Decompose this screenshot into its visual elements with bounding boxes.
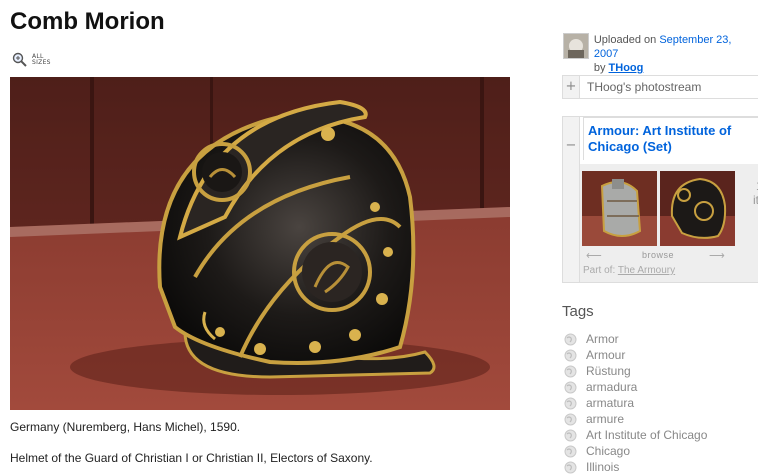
part-of-prefix: Part of: bbox=[583, 265, 616, 276]
armour-thumbnail-image bbox=[582, 171, 657, 246]
tag-label: armadura bbox=[586, 380, 638, 394]
globe-icon bbox=[564, 381, 577, 393]
avatar[interactable] bbox=[563, 33, 589, 59]
tag-item[interactable]: armatura bbox=[564, 395, 707, 411]
set-count-number: 1 bbox=[753, 179, 758, 193]
helmet-photo bbox=[10, 77, 510, 410]
set-title-link[interactable]: Armour: Art Institute of Chicago (Set) bbox=[583, 117, 758, 160]
tag-label: Armour bbox=[586, 348, 626, 362]
tag-label: Rüstung bbox=[586, 364, 631, 378]
tag-item[interactable]: Armor bbox=[564, 331, 707, 347]
globe-icon bbox=[564, 429, 577, 441]
set-panel: − Armour: Art Institute of Chicago (Set)… bbox=[562, 116, 758, 283]
all-sizes-label: ALL SIZES bbox=[32, 53, 51, 66]
uploader-info: Uploaded on September 23, 2007 by THoog bbox=[563, 33, 758, 75]
uploaded-on-text: Uploaded on bbox=[593, 34, 657, 46]
all-sizes-button[interactable]: ALL SIZES bbox=[12, 52, 54, 68]
tag-item[interactable]: armure bbox=[564, 411, 707, 427]
part-of-collection-link[interactable]: The Armoury bbox=[618, 265, 675, 276]
set-item-count: 1 ite bbox=[753, 179, 758, 207]
tag-item[interactable]: Art Institute of Chicago bbox=[564, 427, 707, 443]
prev-arrow-icon[interactable]: ⟵ bbox=[586, 249, 602, 262]
tag-label: armatura bbox=[586, 396, 635, 410]
by-text: by bbox=[593, 62, 606, 74]
set-thumbnail-prev[interactable] bbox=[582, 171, 657, 246]
globe-icon bbox=[564, 445, 577, 457]
next-arrow-icon[interactable]: ⟶ bbox=[709, 249, 725, 262]
tag-item[interactable]: Armour bbox=[564, 347, 707, 363]
uploader-user-link[interactable]: THoog bbox=[609, 62, 644, 74]
tag-label: Chicago bbox=[586, 444, 631, 458]
globe-icon bbox=[564, 349, 577, 361]
page-title: Comb Morion bbox=[10, 8, 165, 35]
set-thumbnail-current[interactable] bbox=[660, 171, 735, 246]
photo-caption-description: Helmet of the Guard of Christian I or Ch… bbox=[10, 451, 373, 465]
magnifier-icon bbox=[12, 52, 27, 67]
collapse-set-button[interactable]: − bbox=[563, 117, 580, 282]
part-of-text: Part of: The Armoury bbox=[583, 265, 675, 276]
globe-icon bbox=[564, 365, 577, 377]
tag-label: armure bbox=[586, 412, 625, 426]
set-count-unit: ite bbox=[753, 193, 758, 207]
tag-item[interactable]: armadura bbox=[564, 379, 707, 395]
globe-icon bbox=[564, 397, 577, 409]
globe-icon bbox=[564, 333, 577, 345]
photostream-panel: + THoog's photostream bbox=[562, 75, 758, 99]
tag-label: Armor bbox=[586, 332, 619, 346]
tag-label: Art Institute of Chicago bbox=[586, 428, 708, 442]
browse-label: browse bbox=[642, 250, 675, 260]
tag-item[interactable]: Rüstung bbox=[564, 363, 707, 379]
avatar-image bbox=[564, 34, 588, 58]
tags-heading: Tags bbox=[562, 303, 594, 320]
tag-item[interactable]: Illinois bbox=[564, 459, 707, 475]
main-photo[interactable] bbox=[10, 77, 510, 410]
helmet-thumbnail-image bbox=[660, 171, 735, 246]
collapse-set-label: − bbox=[565, 138, 577, 153]
globe-icon bbox=[564, 413, 577, 425]
photo-caption-location: Germany (Nuremberg, Hans Michel), 1590. bbox=[10, 420, 241, 434]
tag-list: Armor Armour Rüstung armadura armatura armure… bbox=[564, 331, 707, 475]
expand-photostream-button[interactable]: + bbox=[563, 76, 580, 98]
photostream-label[interactable]: THoog's photostream bbox=[587, 80, 701, 94]
tag-item[interactable]: Chicago bbox=[564, 443, 707, 459]
